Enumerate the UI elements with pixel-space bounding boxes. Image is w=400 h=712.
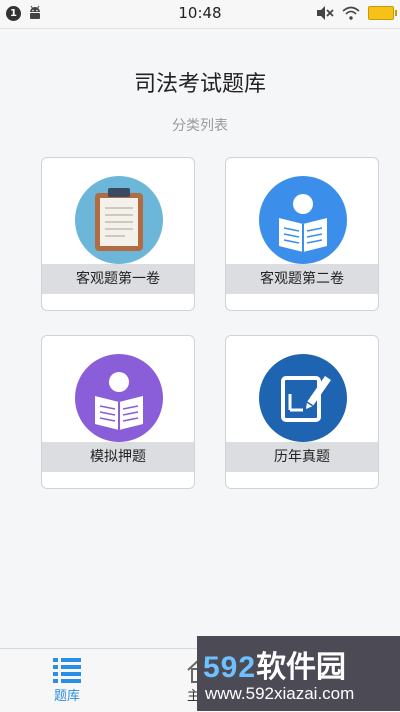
status-right xyxy=(316,5,397,21)
edit-icon xyxy=(281,376,331,422)
category-card-1[interactable]: 客观题第一卷 xyxy=(41,157,195,311)
tab-label: 题库 xyxy=(53,689,80,704)
status-bar: 1 10:48 xyxy=(0,0,400,29)
battery-icon xyxy=(368,6,397,20)
category-label: 客观题第一卷 xyxy=(42,264,194,294)
watermark-brand: 592软件园 xyxy=(203,642,346,686)
watermark-url: www.592xiazai.com xyxy=(205,684,355,703)
category-card-3[interactable]: 模拟押题 xyxy=(41,335,195,489)
reader-icon xyxy=(279,194,327,252)
category-icon-circle xyxy=(75,176,163,264)
category-card-4[interactable]: 历年真题 xyxy=(225,335,379,489)
reader-icon xyxy=(95,372,143,430)
category-icon-circle xyxy=(259,354,347,442)
category-icon-circle xyxy=(259,176,347,264)
wifi-icon xyxy=(342,6,360,20)
page-title: 司法考试题库 xyxy=(133,72,266,97)
watermark-brand-number: 592 xyxy=(203,651,257,684)
category-icon-circle xyxy=(75,354,163,442)
category-label: 客观题第二卷 xyxy=(226,264,378,294)
category-label: 模拟押题 xyxy=(42,442,194,472)
clipboard-icon xyxy=(95,188,143,251)
category-label: 历年真题 xyxy=(226,442,378,472)
tab-question-bank[interactable]: 题库 xyxy=(0,649,134,712)
category-card-2[interactable]: 客观题第二卷 xyxy=(225,157,379,311)
watermark-brand-text: 软件园 xyxy=(256,651,347,684)
page-subtitle: 分类列表 xyxy=(172,118,228,134)
list-icon xyxy=(53,658,81,683)
site-watermark: 592软件园 www.592xiazai.com xyxy=(197,636,400,711)
mute-icon xyxy=(317,6,334,20)
